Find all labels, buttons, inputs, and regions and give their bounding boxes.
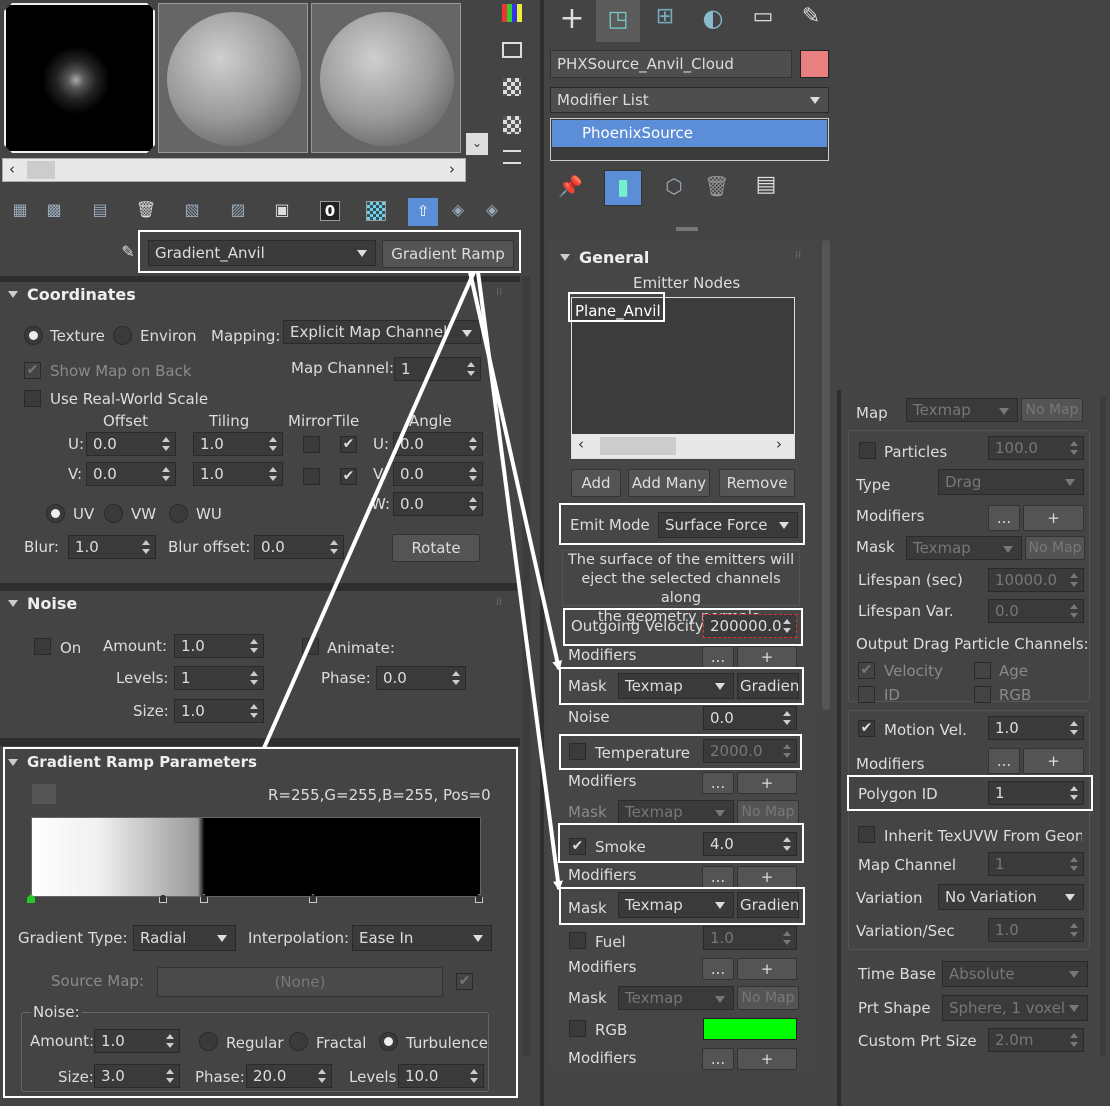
arrow-to-velocity-mask [468,271,563,671]
annotation-arrows [262,271,563,891]
arrow-to-smoke-mask [476,271,563,891]
arrow-to-polygon-id [262,271,476,749]
